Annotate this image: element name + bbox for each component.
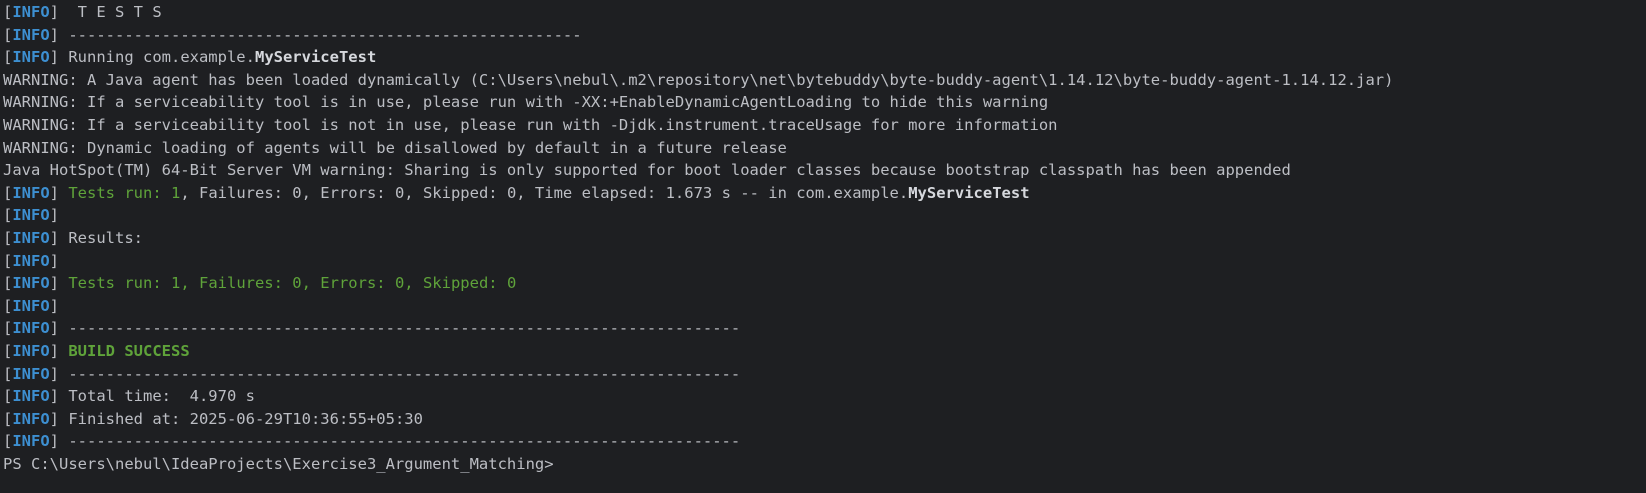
line-segment: ] --------------------------------------… (49, 319, 741, 338)
output-line-blank: [INFO] (3, 295, 1646, 318)
output-line-blank: [INFO] (3, 204, 1646, 227)
info-tag: INFO (12, 3, 50, 21)
line-segment: ] --------------------------------------… (49, 432, 741, 451)
info-tag: INFO (12, 319, 50, 338)
tests-run-count: Tests run: 1 (68, 183, 181, 202)
line-segment: [ (3, 228, 13, 247)
line-segment: [ (3, 3, 13, 21)
terminal-output[interactable]: [INFO] T E S T S [INFO] ----------------… (0, 0, 1646, 493)
line-segment: ] (49, 183, 69, 202)
info-tag: INFO (12, 206, 50, 225)
output-line-warning: WARNING: If a serviceability tool is in … (3, 91, 1646, 114)
info-tag: INFO (12, 409, 50, 428)
line-segment: ] Results: (49, 228, 143, 247)
line-segment: [ (3, 296, 13, 315)
line-segment: [ (3, 341, 13, 360)
shell-prompt[interactable]: PS C:\Users\nebul\IdeaProjects\Exercise3… (3, 453, 1646, 476)
output-line-test-result: [INFO] Tests run: 1, Failures: 0, Errors… (3, 182, 1646, 205)
line-segment: ] Finished at: 2025-06-29T10:36:55+05:30 (49, 409, 423, 428)
line-segment: ] (49, 296, 60, 315)
build-success-label: BUILD SUCCESS (68, 341, 190, 360)
line-segment: WARNING: A Java agent has been loaded dy… (3, 70, 1394, 89)
line-segment: ] (49, 341, 69, 360)
line-segment: [ (3, 387, 13, 406)
output-line-separator: [INFO] ---------------------------------… (3, 24, 1646, 47)
output-line-total-time: [INFO] Total time: 4.970 s (3, 385, 1646, 408)
line-segment: , Failures: 0, Errors: 0, Skipped: 0, Ti… (180, 183, 909, 202)
test-class-name: MyServiceTest (908, 183, 1030, 202)
line-segment: [ (3, 432, 13, 451)
line-segment: [ (3, 25, 13, 44)
output-line-tests-header: [INFO] T E S T S (3, 1, 1646, 24)
output-line-build-status: [INFO] BUILD SUCCESS (3, 340, 1646, 363)
line-segment: [ (3, 274, 13, 293)
line-segment: [ (3, 183, 13, 202)
output-line-warning: WARNING: If a serviceability tool is not… (3, 114, 1646, 137)
line-segment: ] Running com.example. (49, 48, 255, 67)
line-segment: [ (3, 48, 13, 67)
line-segment: WARNING: Dynamic loading of agents will … (3, 138, 787, 157)
line-segment: ] (49, 206, 60, 225)
line-segment: [ (3, 251, 13, 270)
line-segment: [ (3, 364, 13, 383)
line-segment: [ (3, 206, 13, 225)
info-tag: INFO (12, 296, 50, 315)
output-line-summary: [INFO] Tests run: 1, Failures: 0, Errors… (3, 272, 1646, 295)
line-segment: ] (49, 274, 69, 293)
info-tag: INFO (12, 432, 50, 451)
line-segment: WARNING: If a serviceability tool is in … (3, 93, 1049, 112)
info-tag: INFO (12, 387, 50, 406)
info-tag: INFO (12, 341, 50, 360)
output-line-blank: [INFO] (3, 250, 1646, 273)
prompt-text: PS C:\Users\nebul\IdeaProjects\Exercise3… (3, 454, 554, 473)
line-segment: ] Total time: 4.970 s (49, 387, 255, 406)
output-line-running: [INFO] Running com.example.MyServiceTest (3, 46, 1646, 69)
info-tag: INFO (12, 274, 50, 293)
info-tag: INFO (12, 228, 50, 247)
output-line-finished-at: [INFO] Finished at: 2025-06-29T10:36:55+… (3, 408, 1646, 431)
output-line-separator: [INFO] ---------------------------------… (3, 430, 1646, 453)
info-tag: INFO (12, 48, 50, 67)
line-segment: ] --------------------------------------… (49, 25, 582, 44)
info-tag: INFO (12, 251, 50, 270)
tests-summary: Tests run: 1, Failures: 0, Errors: 0, Sk… (68, 274, 517, 293)
output-line-warning: WARNING: Dynamic loading of agents will … (3, 137, 1646, 160)
info-tag: INFO (12, 25, 50, 44)
info-tag: INFO (12, 364, 50, 383)
line-segment: Java HotSpot(TM) 64-Bit Server VM warnin… (3, 161, 1291, 180)
output-line-results: [INFO] Results: (3, 227, 1646, 250)
line-segment: WARNING: If a serviceability tool is not… (3, 115, 1058, 134)
output-line-warning: WARNING: A Java agent has been loaded dy… (3, 69, 1646, 92)
text-cursor (554, 456, 563, 473)
info-tag: INFO (12, 183, 50, 202)
output-line-separator: [INFO] ---------------------------------… (3, 317, 1646, 340)
line-segment: ] T E S T S (49, 3, 162, 21)
line-segment: ] --------------------------------------… (49, 364, 741, 383)
output-line-separator: [INFO] ---------------------------------… (3, 363, 1646, 386)
output-line-vm-warning: Java HotSpot(TM) 64-Bit Server VM warnin… (3, 159, 1646, 182)
line-segment: ] (49, 251, 60, 270)
test-class-name: MyServiceTest (254, 48, 377, 67)
line-segment: [ (3, 319, 13, 338)
line-segment: [ (3, 409, 13, 428)
